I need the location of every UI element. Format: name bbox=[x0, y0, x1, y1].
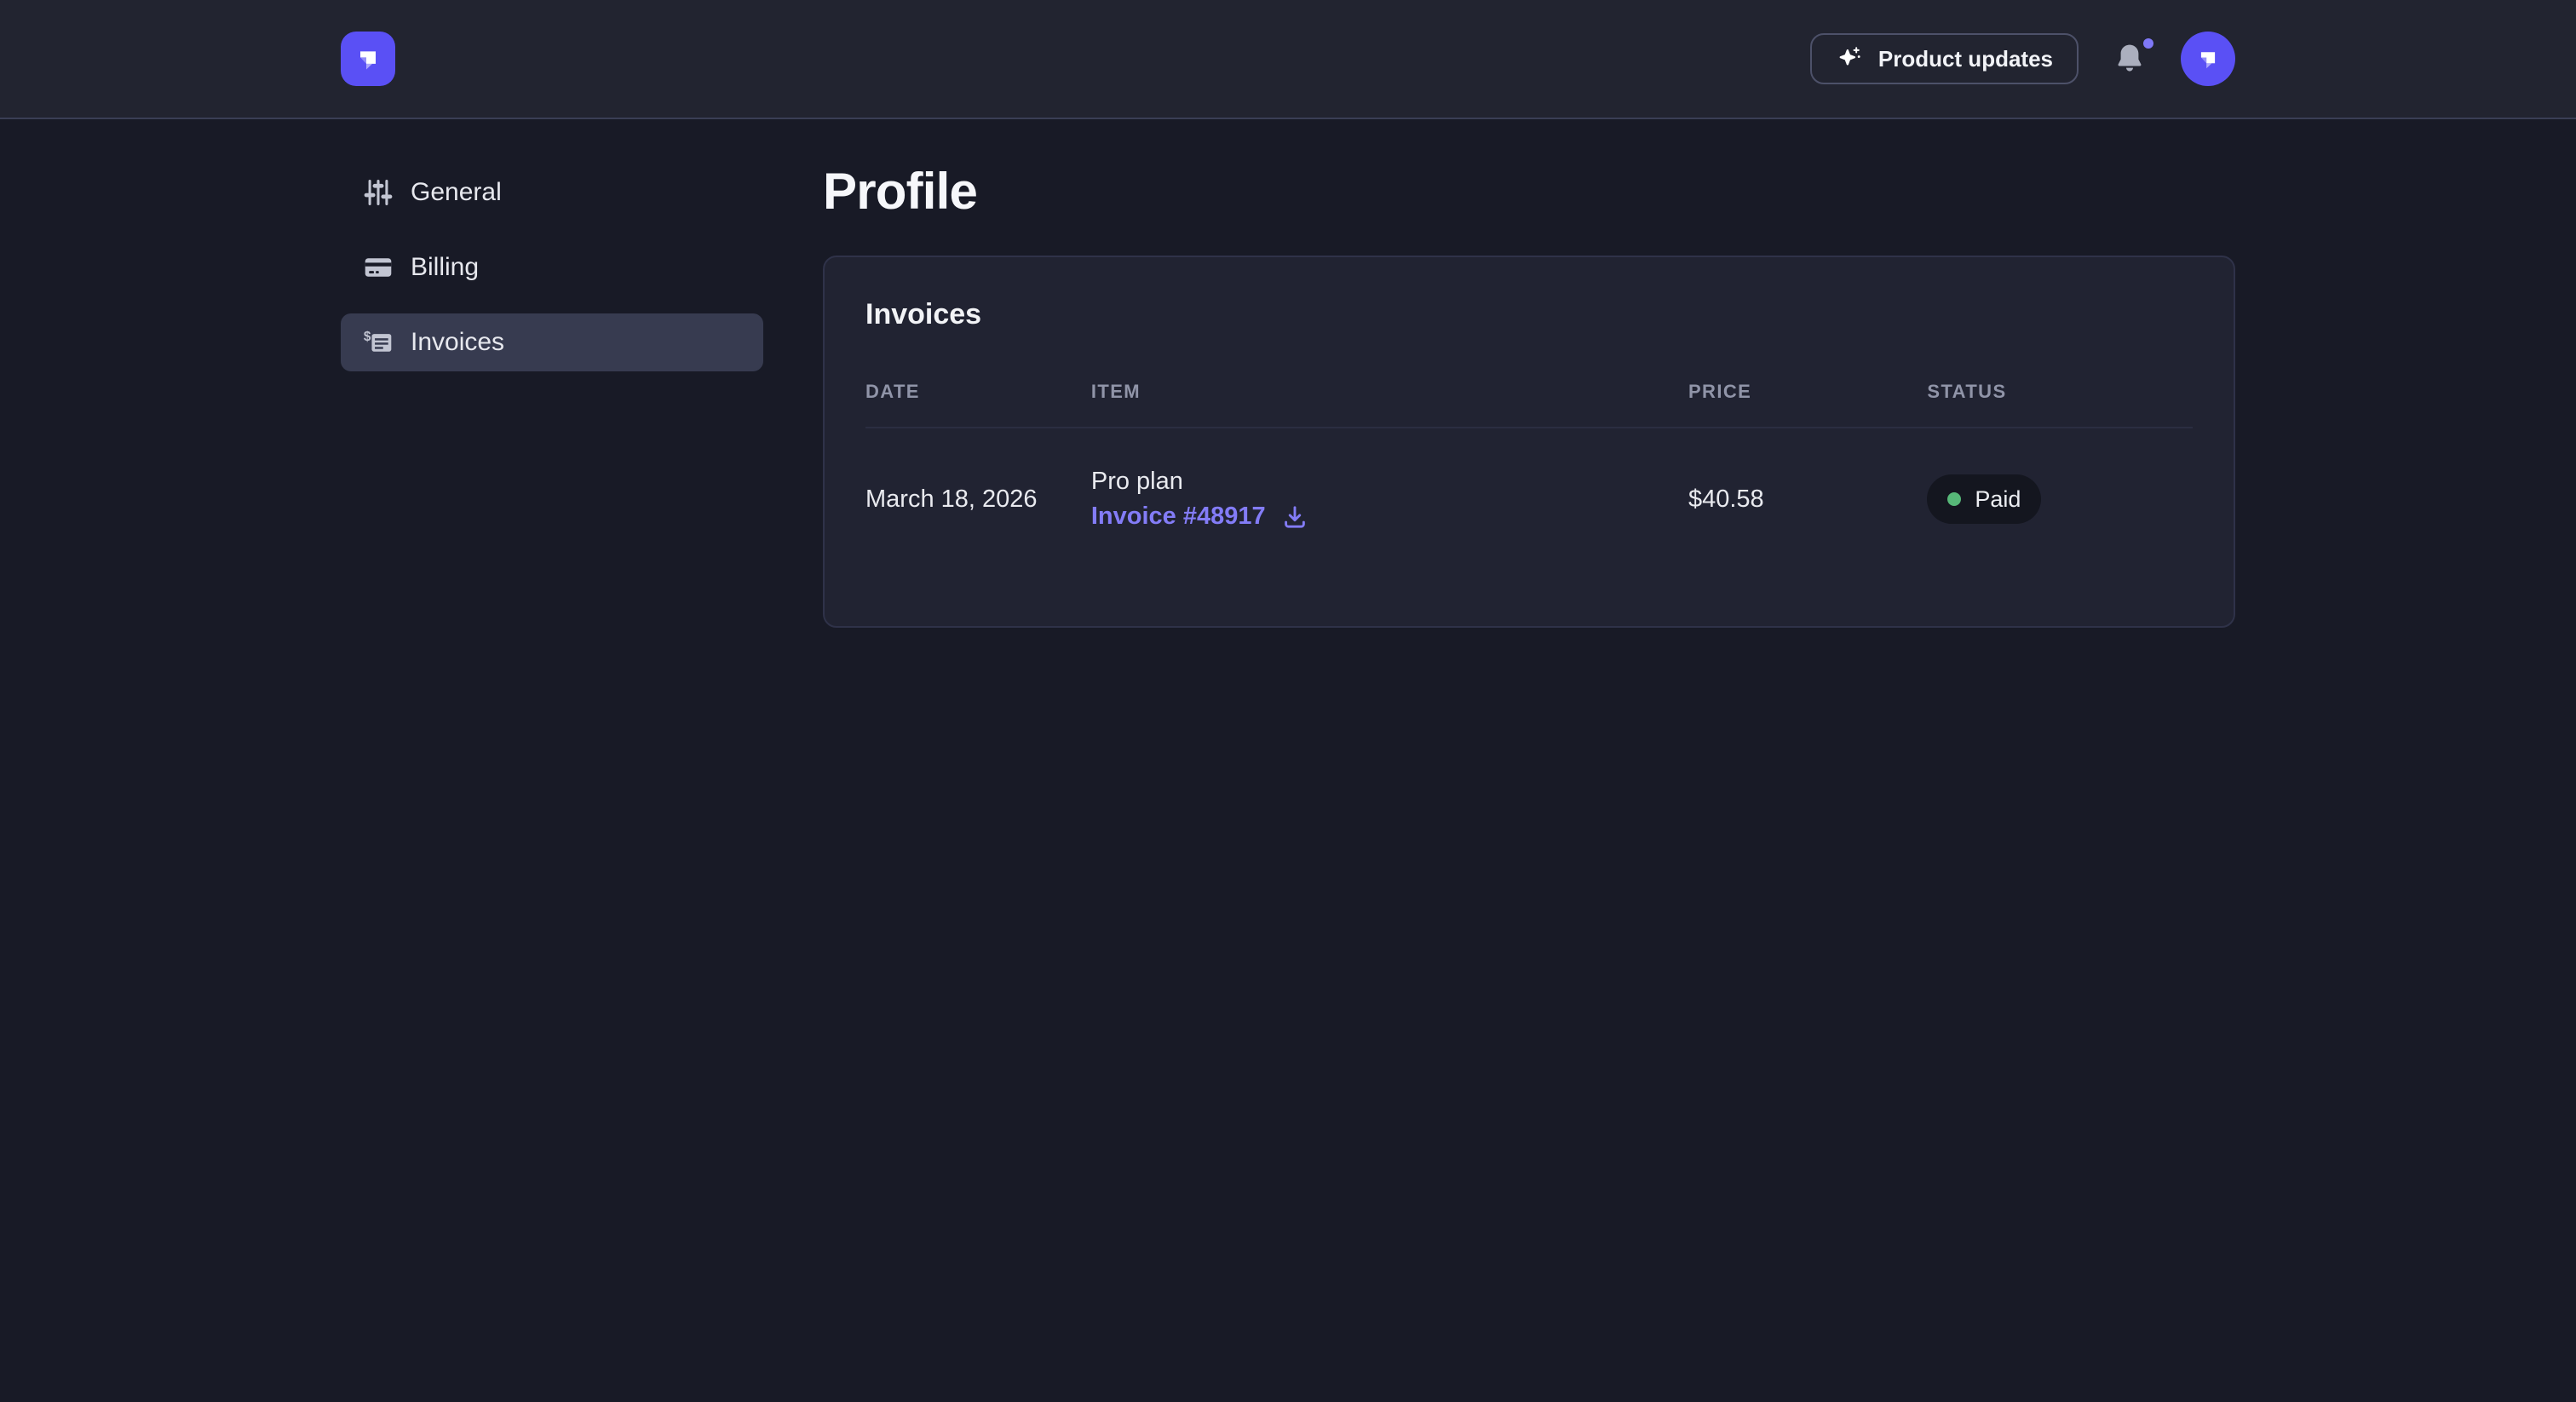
sliders-icon bbox=[363, 177, 394, 208]
product-updates-button[interactable]: Product updates bbox=[1810, 33, 2079, 84]
notifications-button[interactable] bbox=[2111, 40, 2148, 78]
sidebar-item-label: Invoices bbox=[411, 328, 504, 357]
column-header-price: PRICE bbox=[1688, 381, 1927, 428]
svg-text:$: $ bbox=[364, 330, 371, 344]
invoices-table: DATE ITEM PRICE STATUS March 18, 2026 Pr… bbox=[865, 381, 2193, 585]
sidebar-item-billing[interactable]: Billing bbox=[341, 238, 763, 296]
invoice-status-cell: Paid bbox=[1927, 428, 2193, 585]
credit-card-icon bbox=[363, 252, 394, 283]
invoices-card-title: Invoices bbox=[865, 298, 2193, 331]
table-row: March 18, 2026 Pro plan Invoice #48917 bbox=[865, 428, 2193, 585]
product-updates-label: Product updates bbox=[1878, 46, 2053, 72]
download-icon[interactable] bbox=[1281, 503, 1308, 531]
sidebar-item-general[interactable]: General bbox=[341, 164, 763, 221]
status-badge: Paid bbox=[1927, 474, 2041, 524]
sidebar-item-invoices[interactable]: $ Invoices bbox=[341, 313, 763, 371]
brand-logo-icon bbox=[351, 42, 385, 76]
notification-dot bbox=[2143, 38, 2153, 49]
app-page: Product updates bbox=[0, 0, 2576, 1402]
settings-sidebar: General Billing $ bbox=[341, 164, 763, 388]
invoice-item-cell: Pro plan Invoice #48917 bbox=[1091, 428, 1688, 585]
user-avatar[interactable] bbox=[2181, 32, 2235, 86]
invoice-price: $40.58 bbox=[1688, 428, 1927, 585]
column-header-date: DATE bbox=[865, 381, 1091, 428]
column-header-item: ITEM bbox=[1091, 381, 1688, 428]
brand-logo-icon bbox=[2193, 43, 2223, 74]
column-header-status: STATUS bbox=[1927, 381, 2193, 428]
sidebar-item-label: Billing bbox=[411, 253, 479, 282]
invoice-number-link[interactable]: Invoice #48917 bbox=[1091, 503, 1266, 531]
invoice-plan: Pro plan bbox=[1091, 468, 1688, 496]
invoice-date: March 18, 2026 bbox=[865, 428, 1091, 585]
bell-icon bbox=[2113, 42, 2147, 76]
sidebar-item-label: General bbox=[411, 178, 502, 207]
invoices-card: Invoices DATE ITEM PRICE STATUS bbox=[823, 256, 2235, 628]
status-badge-label: Paid bbox=[1975, 486, 2021, 513]
top-navbar: Product updates bbox=[0, 0, 2576, 119]
page-title: Profile bbox=[823, 160, 2235, 223]
paid-status-dot-icon bbox=[1947, 492, 1961, 506]
brand-logo[interactable] bbox=[341, 32, 395, 86]
sparkles-icon bbox=[1836, 45, 1863, 72]
invoice-icon: $ bbox=[363, 327, 394, 358]
